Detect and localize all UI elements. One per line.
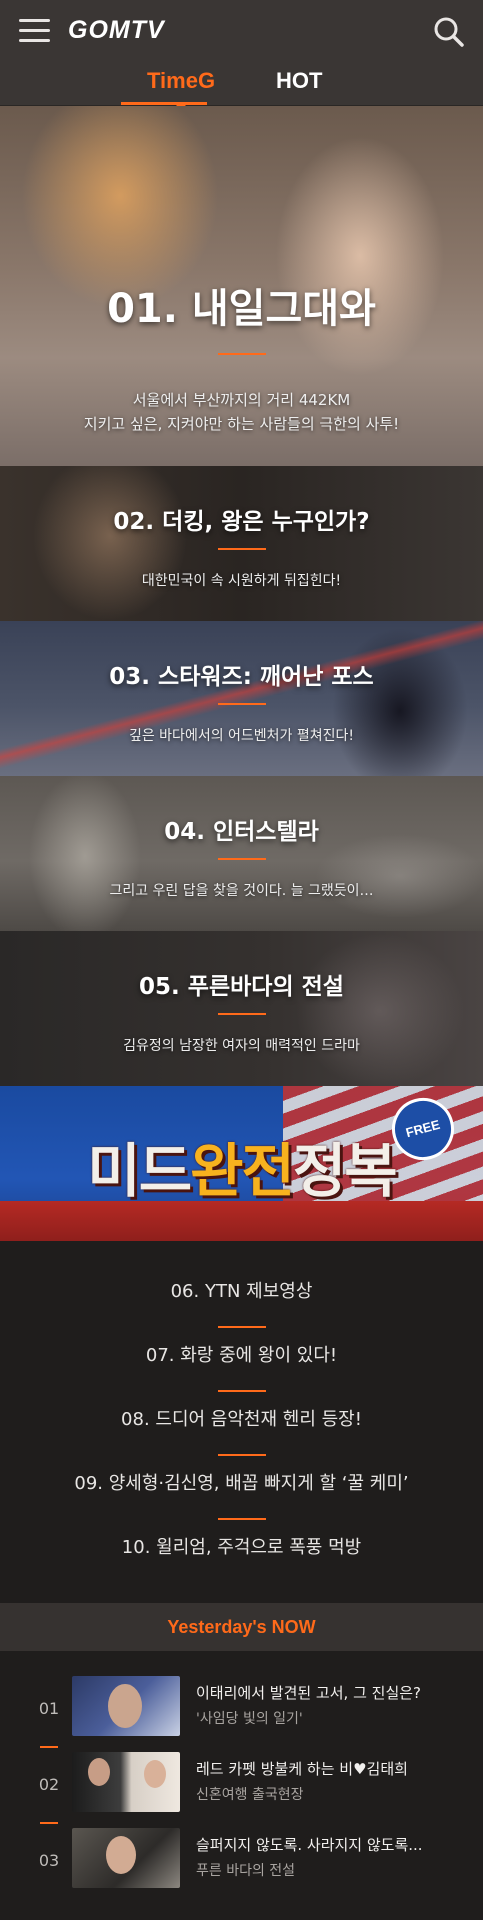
- hamburger-menu-icon[interactable]: [19, 19, 50, 43]
- rank-divider: [217, 1326, 266, 1328]
- feature-divider: [217, 1013, 266, 1015]
- feature-description: 김유정의 남장한 여자의 매력적인 드라마: [123, 1038, 360, 1054]
- feature-title: 04. 인터스텔라: [164, 819, 319, 845]
- rank-item-label: 10. 윌리엄, 주걱으로 폭풍 먹방: [121, 1537, 362, 1558]
- active-tab-indicator: [121, 102, 207, 105]
- feature-divider: [217, 858, 266, 860]
- item-title: 슬퍼지지 않도록. 사라지지 않도록...: [196, 1836, 423, 1854]
- yesterday-item-01[interactable]: 01 이태리에서 발견된 고서, 그 진실은? '사임당 빛의 일기': [0, 1676, 483, 1752]
- yesterday-item-02[interactable]: 02 레드 카펫 방불케 하는 비♥김태희 신혼여행 출국현장: [0, 1752, 483, 1828]
- feature-card-02[interactable]: 02. 더킹, 왕은 누구인가? 대한민국이 속 시원하게 뒤집힌다!: [0, 466, 483, 621]
- feature-divider: [217, 703, 266, 705]
- item-title: 이태리에서 발견된 고서, 그 진실은?: [196, 1684, 422, 1702]
- rank-item-label: 06. YTN 제보영상: [170, 1281, 313, 1302]
- rank-item-07[interactable]: 07. 화랑 중에 왕이 있다!: [0, 1331, 483, 1395]
- item-subtitle: 푸른 바다의 전설: [196, 1863, 296, 1879]
- item-number-divider: [40, 1822, 58, 1824]
- rank-item-09[interactable]: 09. 양세형·김신영, 배꼽 빠지게 할 ‘꿀 케미’: [0, 1459, 483, 1523]
- yesterday-now-list: 01 이태리에서 발견된 고서, 그 진실은? '사임당 빛의 일기' 02 레…: [0, 1651, 483, 1904]
- rank-item-08[interactable]: 08. 드디어 음악천재 헨리 등장!: [0, 1395, 483, 1459]
- feature-divider: [217, 548, 266, 550]
- rank-item-label: 09. 양세형·김신영, 배꼽 빠지게 할 ‘꿀 케미’: [74, 1473, 409, 1494]
- gomtv-logo[interactable]: GOMTV: [68, 16, 165, 45]
- item-number: 03: [38, 1851, 60, 1870]
- feature-card-03[interactable]: 03. 스타워즈: 깨어난 포스 깊은 바다에서의 어드벤처가 펼쳐진다!: [0, 621, 483, 776]
- rank-item-10[interactable]: 10. 윌리엄, 주걱으로 폭풍 먹방: [0, 1523, 483, 1587]
- feature-description: 깊은 바다에서의 어드벤처가 펼쳐진다!: [128, 728, 355, 744]
- video-thumbnail[interactable]: [72, 1752, 180, 1812]
- feature-card-01[interactable]: 01. 내일그대와 서울에서 부산까지의 거리 442KM 지키고 싶은, 지켜…: [0, 106, 483, 466]
- tab-bar: TimeG HOT: [0, 64, 483, 110]
- video-thumbnail[interactable]: [72, 1676, 180, 1736]
- feature-description-line-1: 서울에서 부산까지의 거리 442KM: [132, 391, 351, 409]
- item-title: 레드 카펫 방불케 하는 비♥김태희: [196, 1760, 408, 1778]
- feature-title: 01. 내일그대와: [107, 286, 376, 332]
- rank-list: 06. YTN 제보영상 07. 화랑 중에 왕이 있다! 08. 드디어 음악…: [0, 1241, 483, 1603]
- banner-text-part-3: 정복: [292, 1137, 398, 1205]
- item-number: 02: [38, 1775, 60, 1794]
- tab-hot[interactable]: HOT: [276, 68, 322, 94]
- banner-text-part-1: 미드: [87, 1137, 192, 1205]
- feature-card-04[interactable]: 04. 인터스텔라 그리고 우린 답을 찾을 것이다. 늘 그랬듯이…: [0, 776, 483, 931]
- yesterday-now-heading: Yesterday's NOW: [0, 1603, 483, 1651]
- promo-banner[interactable]: 미드완전정복 FREE: [0, 1086, 483, 1241]
- feature-divider: [217, 353, 266, 355]
- feature-title: 02. 더킹, 왕은 누구인가?: [113, 509, 370, 535]
- item-subtitle: '사임당 빛의 일기': [196, 1711, 303, 1727]
- rank-item-06[interactable]: 06. YTN 제보영상: [0, 1267, 483, 1331]
- item-number: 01: [38, 1699, 60, 1718]
- banner-text-part-2: 완전: [190, 1137, 295, 1205]
- feature-description: 그리고 우린 답을 찾을 것이다. 늘 그랬듯이…: [109, 883, 374, 899]
- item-subtitle: 신혼여행 출국현장: [196, 1787, 304, 1803]
- search-icon[interactable]: [433, 16, 465, 48]
- feature-title: 03. 스타워즈: 깨어난 포스: [109, 664, 374, 690]
- video-thumbnail[interactable]: [72, 1828, 180, 1888]
- rank-divider: [217, 1454, 266, 1456]
- rank-divider: [217, 1518, 266, 1520]
- feature-description: 대한민국이 속 시원하게 뒤집힌다!: [141, 573, 342, 589]
- item-number-divider: [40, 1746, 58, 1748]
- tab-timeg[interactable]: TimeG: [147, 68, 215, 94]
- rank-item-label: 07. 화랑 중에 왕이 있다!: [145, 1345, 338, 1366]
- feature-title: 05. 푸른바다의 전설: [139, 974, 344, 1000]
- yesterday-item-03[interactable]: 03 슬퍼지지 않도록. 사라지지 않도록... 푸른 바다의 전설: [0, 1828, 483, 1904]
- feature-description: 서울에서 부산까지의 거리 442KM 지키고 싶은, 지켜야만 하는 사람들의…: [0, 388, 483, 436]
- feature-description-line-2: 지키고 싶은, 지켜야만 하는 사람들의 극한의 사투!: [83, 415, 400, 433]
- rank-divider: [217, 1390, 266, 1392]
- top-bar: GOMTV: [0, 0, 483, 64]
- rank-item-label: 08. 드디어 음악천재 헨리 등장!: [121, 1409, 362, 1430]
- feature-card-05[interactable]: 05. 푸른바다의 전설 김유정의 남장한 여자의 매력적인 드라마: [0, 931, 483, 1086]
